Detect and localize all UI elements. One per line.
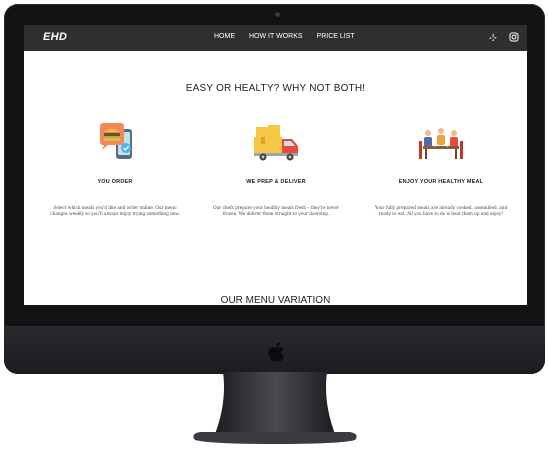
nav-link-how-it-works[interactable]: HOW IT WORKS bbox=[249, 33, 303, 40]
monitor: EHD HOME HOW IT WORKS PRICE LIST EASY OR… bbox=[4, 4, 545, 374]
feature-title: ENJOY YOUR HEALTHY MEAL bbox=[398, 179, 484, 185]
apple-logo-icon bbox=[268, 342, 284, 362]
screen: EHD HOME HOW IT WORKS PRICE LIST EASY OR… bbox=[24, 25, 527, 305]
nav-links: HOME HOW IT WORKS PRICE LIST bbox=[214, 33, 355, 40]
yelp-icon[interactable] bbox=[488, 32, 498, 42]
burger-order-icon bbox=[100, 123, 132, 159]
feature-text: Select which meals you'd like and order … bbox=[50, 205, 180, 216]
monitor-base bbox=[193, 432, 357, 444]
feature-text: Your fully prepared meals are already co… bbox=[374, 205, 508, 216]
page-title: EASY OR HEALTY? WHY NOT BOTH! bbox=[185, 83, 366, 94]
feature-prep-deliver: WE PREP & DELIVER Our chefs prepare your… bbox=[206, 121, 346, 217]
feature-enjoy-meal: ENJOY YOUR HEALTHY MEAL Your fully prepa… bbox=[371, 121, 511, 217]
monitor-stand bbox=[215, 372, 335, 434]
menu-section-title: OUR MENU VARIATION bbox=[220, 295, 331, 305]
dining-people-icon bbox=[419, 128, 463, 159]
delivery-truck-icon bbox=[254, 125, 298, 161]
feature-title: WE PREP & DELIVER bbox=[246, 179, 306, 185]
navbar: EHD HOME HOW IT WORKS PRICE LIST bbox=[24, 25, 527, 51]
feature-text: Our chefs prepare your healthy meals fre… bbox=[213, 205, 339, 216]
instagram-icon[interactable] bbox=[509, 32, 519, 42]
feature-title: YOU ORDER bbox=[97, 179, 133, 185]
feature-you-order: YOU ORDER Select which meals you'd like … bbox=[45, 121, 185, 217]
brand-logo[interactable]: EHD bbox=[43, 31, 67, 43]
nav-link-home[interactable]: HOME bbox=[214, 33, 235, 40]
camera-icon bbox=[275, 12, 280, 17]
nav-link-price-list[interactable]: PRICE LIST bbox=[317, 33, 355, 40]
